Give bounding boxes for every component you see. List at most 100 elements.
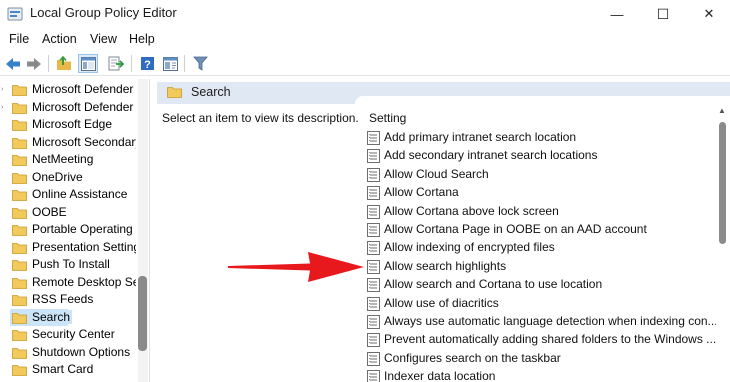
filter-button[interactable] xyxy=(190,54,210,73)
setting-row[interactable]: Allow Cortana xyxy=(367,184,707,202)
tree-item[interactable]: Portable Operating xyxy=(0,221,140,239)
policy-setting-icon xyxy=(367,149,380,164)
setting-row[interactable]: Allow search highlights xyxy=(367,258,707,276)
policy-setting-icon xyxy=(367,241,380,256)
folder-icon xyxy=(167,87,182,98)
tree-item[interactable]: RSS Feeds xyxy=(0,291,140,309)
setting-row[interactable]: Prevent automatically adding shared fold… xyxy=(367,331,716,349)
export-list-button[interactable] xyxy=(106,54,126,73)
toolbar-separator xyxy=(131,55,132,72)
up-one-level-button[interactable] xyxy=(54,54,74,73)
settings-scrollbar-thumb[interactable] xyxy=(719,122,726,244)
forward-button[interactable] xyxy=(24,54,44,73)
setting-label: Allow Cloud Search xyxy=(384,166,489,181)
folder-icon xyxy=(12,102,27,114)
tree-item-label: Microsoft Defender xyxy=(32,99,134,114)
tree-item[interactable]: › Microsoft Defender xyxy=(0,81,140,99)
folder-title: Search xyxy=(191,85,231,99)
setting-label: Allow Cortana above lock screen xyxy=(384,203,559,218)
menu-view[interactable]: View xyxy=(90,32,117,46)
policy-setting-icon xyxy=(367,131,380,145)
tree-item-label: OOBE xyxy=(32,204,67,219)
setting-row[interactable]: Allow Cloud Search xyxy=(367,166,707,184)
tree-item[interactable]: Push To Install xyxy=(0,256,140,274)
export-list-icon xyxy=(108,56,124,71)
setting-label: Prevent automatically adding shared fold… xyxy=(384,332,717,347)
tree-item[interactable]: Search xyxy=(0,308,140,327)
setting-label: Always use automatic language detection … xyxy=(384,314,718,328)
scroll-up-icon[interactable]: ▲ xyxy=(718,106,726,115)
setting-row[interactable]: Allow Cortana Page in OOBE on an AAD acc… xyxy=(367,221,707,239)
folder-icon xyxy=(12,330,27,341)
folder-icon xyxy=(12,242,27,254)
back-button[interactable] xyxy=(3,54,23,73)
help-icon: ? xyxy=(140,57,154,71)
properties-button[interactable] xyxy=(160,54,180,73)
setting-column-header[interactable]: Setting xyxy=(369,111,406,125)
maximize-button[interactable]: ☐ xyxy=(640,0,686,28)
menu-file[interactable]: File xyxy=(9,32,29,46)
setting-row[interactable]: Add primary intranet search location xyxy=(367,129,707,147)
svg-text:?: ? xyxy=(144,59,151,71)
up-folder-icon xyxy=(57,56,71,70)
minimize-button[interactable]: — xyxy=(594,0,640,28)
show-hide-tree-button[interactable] xyxy=(78,54,98,73)
tree-scrollbar-thumb[interactable] xyxy=(138,276,147,351)
setting-row[interactable]: Allow Cortana above lock screen xyxy=(367,203,707,221)
toolbar-separator xyxy=(184,55,185,72)
tree-item-label: Security Center xyxy=(32,327,115,341)
folder-icon xyxy=(12,137,27,149)
expand-chevron-icon[interactable]: › xyxy=(1,86,3,93)
policy-tree[interactable]: › Microsoft Defender › Microsoft Defender Mi… xyxy=(0,79,150,382)
setting-row[interactable]: Indexer data location xyxy=(367,368,707,382)
policy-setting-icon xyxy=(367,296,380,311)
folder-icon xyxy=(12,347,27,359)
policy-setting-icon xyxy=(367,186,380,201)
tree-item[interactable]: Smart Card xyxy=(0,361,140,379)
tree-item-label: OneDrive xyxy=(32,169,83,184)
folder-icon xyxy=(12,172,27,184)
setting-label: Allow use of diacritics xyxy=(384,295,499,310)
tree-item[interactable]: Online Assistance xyxy=(0,186,140,204)
tree-item[interactable]: Microsoft Secondary xyxy=(0,134,140,152)
tab-curve xyxy=(355,96,730,104)
setting-row[interactable]: Add secondary intranet search locations xyxy=(367,147,707,165)
setting-row[interactable]: Allow use of diacritics xyxy=(367,295,707,313)
folder-icon xyxy=(12,85,27,96)
setting-label: Allow search highlights xyxy=(384,258,507,273)
forward-icon xyxy=(27,57,41,70)
tree-item-label: NetMeeting xyxy=(32,152,94,166)
tree-item[interactable]: Microsoft Edge xyxy=(0,116,140,134)
tree-item[interactable]: Remote Desktop Ser xyxy=(0,274,140,292)
help-button[interactable]: ? xyxy=(137,54,157,73)
policy-setting-icon xyxy=(367,259,380,274)
menu-help[interactable]: Help xyxy=(129,32,155,46)
maximize-icon: ☐ xyxy=(656,5,670,22)
tree-item[interactable]: OOBE xyxy=(0,204,140,222)
setting-row[interactable]: Configures search on the taskbar xyxy=(367,350,707,368)
expand-chevron-icon[interactable]: › xyxy=(1,104,3,111)
toolbar: ? xyxy=(0,51,730,76)
policy-setting-icon xyxy=(367,333,380,348)
tree-item[interactable]: NetMeeting xyxy=(0,151,140,169)
tree-item[interactable]: Shutdown Options xyxy=(0,344,140,362)
tree-item[interactable]: Presentation Setting xyxy=(0,239,140,257)
description-prompt: Select an item to view its description. xyxy=(162,111,359,125)
tree-item-label: Microsoft Secondary xyxy=(32,134,136,149)
menu-action[interactable]: Action xyxy=(42,32,77,46)
setting-row[interactable]: Allow search and Cortana to use location xyxy=(367,276,707,294)
tree-item[interactable]: OneDrive xyxy=(0,169,140,187)
setting-row[interactable]: Always use automatic language detection … xyxy=(367,313,718,331)
tree-item[interactable]: › Microsoft Defender xyxy=(0,99,140,117)
setting-label: Allow Cortana Page in OOBE on an AAD acc… xyxy=(384,222,647,236)
policy-setting-icon xyxy=(367,370,380,382)
setting-row[interactable]: Allow indexing of encrypted files xyxy=(367,239,707,257)
setting-label: Allow indexing of encrypted files xyxy=(384,240,555,255)
tree-item-label: Push To Install xyxy=(32,257,110,271)
tree-item[interactable]: Security Center xyxy=(0,326,140,344)
policy-setting-icon xyxy=(367,223,380,237)
setting-label: Add primary intranet search location xyxy=(384,130,577,144)
setting-label: Allow search and Cortana to use location xyxy=(384,277,603,292)
close-button[interactable]: ✕ xyxy=(686,0,730,28)
tree-item-label: Portable Operating xyxy=(32,222,133,236)
